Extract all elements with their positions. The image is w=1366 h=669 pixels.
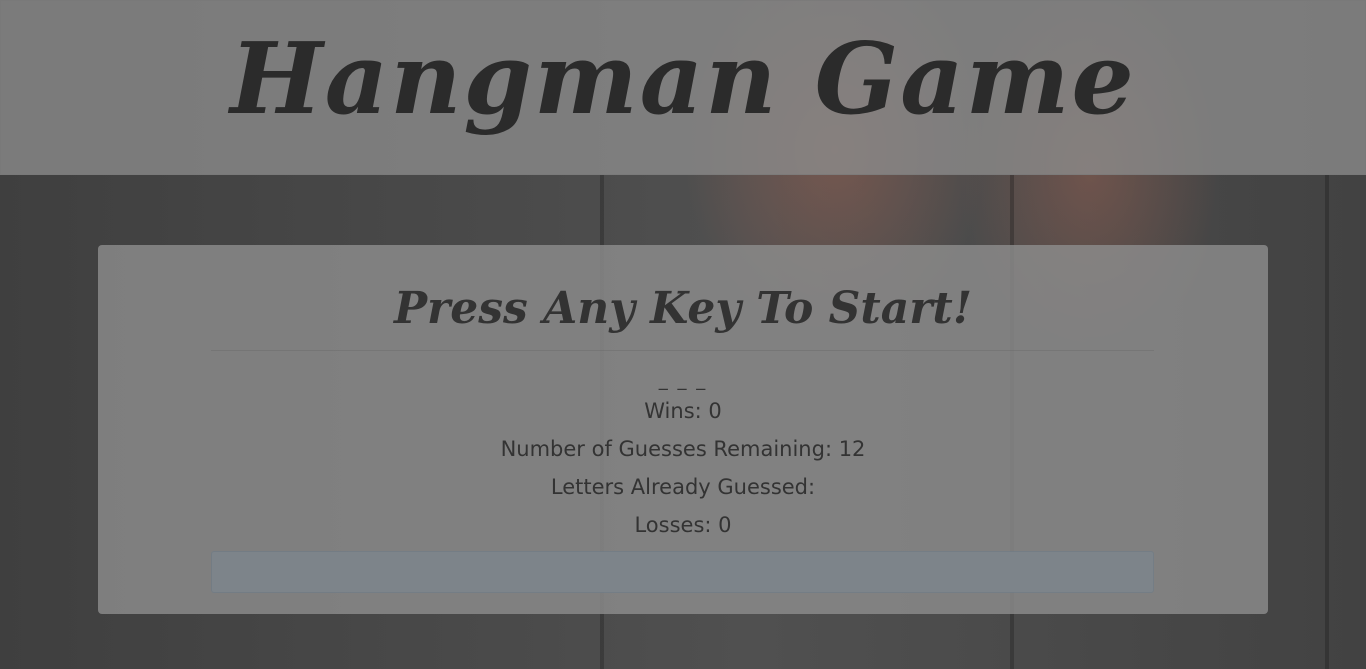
wins-counter: Wins: 0 [644, 399, 722, 423]
message-bar [211, 551, 1154, 593]
background-detail [1325, 175, 1329, 669]
page-header: Hangman Game [0, 0, 1366, 175]
letters-guessed: Letters Already Guessed: [550, 475, 816, 499]
game-panel: Press Any Key To Start! _ _ _ Wins: 0 Nu… [98, 245, 1268, 614]
page-title: Hangman Game [230, 21, 1136, 137]
losses-counter: Losses: 0 [634, 513, 732, 537]
divider [211, 350, 1154, 351]
start-prompt: Press Any Key To Start! [393, 283, 973, 334]
word-blanks: _ _ _ [658, 370, 708, 391]
game-stats: _ _ _ Wins: 0 Number of Guesses Remainin… [98, 370, 1268, 549]
guesses-remaining: Number of Guesses Remaining: 12 [500, 437, 866, 461]
